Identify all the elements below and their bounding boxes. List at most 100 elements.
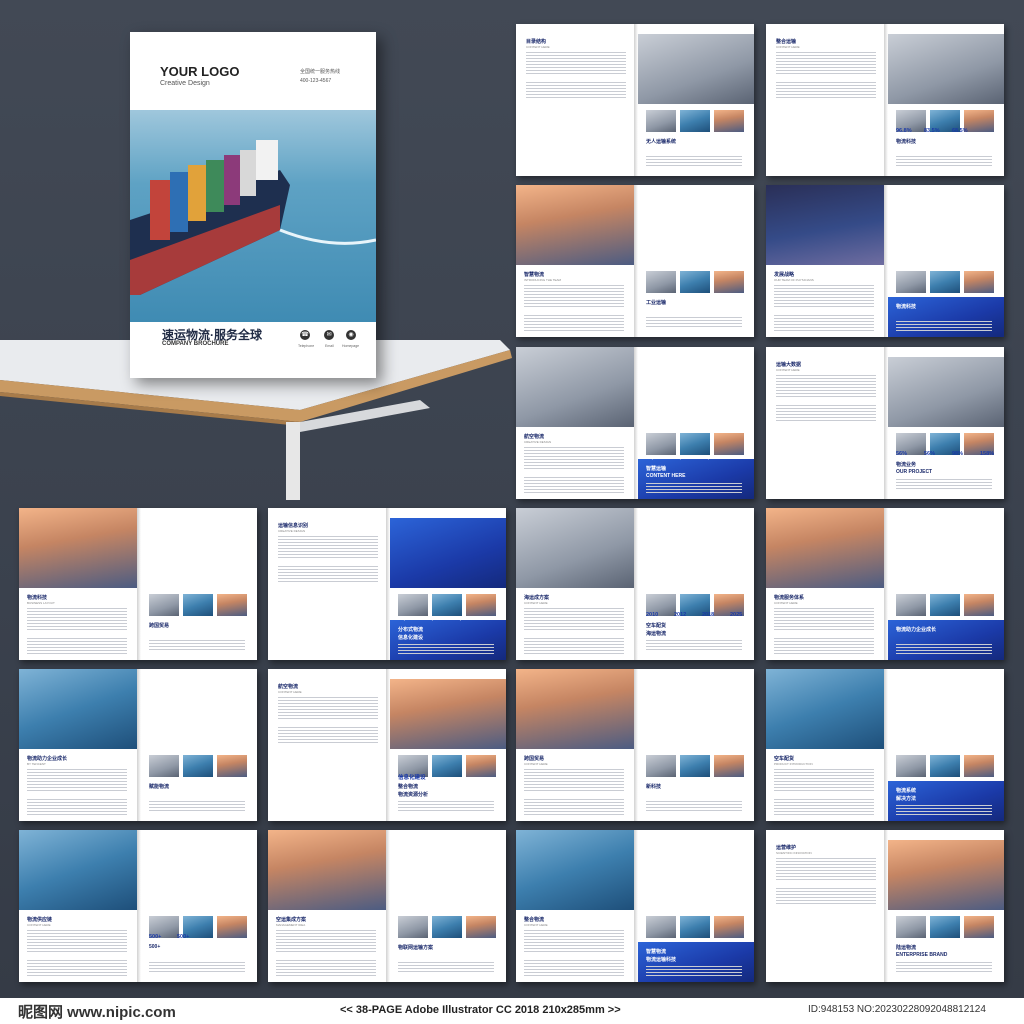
spread-subheading: CONTENT HERE xyxy=(524,601,548,605)
body-text xyxy=(278,566,378,582)
image-id: ID:948153 NO:20230228092048812124 xyxy=(808,1004,986,1015)
spread-fold xyxy=(884,24,888,176)
watermark-brand: 昵图网 www.nipic.com xyxy=(18,1004,176,1021)
spread-photo xyxy=(516,508,634,588)
spread-subheading: CONTENT HERE xyxy=(776,368,800,372)
body-text xyxy=(27,930,127,954)
brochure-spread: 空运集成方案 MANAGEMENT IDEA 物联网运输方案 xyxy=(268,830,506,982)
brochure-spread: 运营维护 SCIENTIFIC INNOVATION 陆运物流 ENTERPRISE … xyxy=(766,830,1004,982)
spread-section-subtitle: 解决方法 xyxy=(896,796,917,802)
thumbnail-photo xyxy=(714,755,744,777)
body-text xyxy=(27,769,127,793)
stat-value: 158% xyxy=(980,451,995,457)
thumbnail-photo xyxy=(964,755,994,777)
spread-fold xyxy=(884,830,888,982)
spread-heading: 海运成方案 xyxy=(524,595,550,601)
cover-photo-cargo-ship xyxy=(130,110,376,322)
contact-label: Email xyxy=(325,344,334,348)
spread-section-subtitle: 物流运输科技 xyxy=(646,957,677,963)
stat-value: 500+ xyxy=(149,934,162,940)
thumbnail-photo xyxy=(680,271,710,293)
body-text xyxy=(776,52,876,76)
spread-section-title: 无人运输系统 xyxy=(646,139,677,145)
body-text xyxy=(149,801,245,813)
spread-subheading: CONTENT HERE xyxy=(27,923,51,927)
body-text xyxy=(774,638,874,654)
spread-fold xyxy=(634,185,638,337)
body-text xyxy=(27,608,127,632)
body-text xyxy=(896,805,992,817)
spread-subheading: PRODUCT INTRODUCTION xyxy=(774,762,813,766)
body-text xyxy=(646,156,742,168)
spread-heading: 目录结构 xyxy=(526,39,547,45)
body-text xyxy=(278,697,378,721)
spread-subheading: BY TENCENT xyxy=(27,762,46,766)
stat-value: 2012 xyxy=(674,612,687,618)
spread-section-subtitle: OUR PROJECT xyxy=(896,469,933,475)
thumbnail-photo xyxy=(183,755,213,777)
body-text xyxy=(896,321,992,333)
thumbnail-photo xyxy=(964,271,994,293)
thumbnail-photo xyxy=(646,110,676,132)
hotline-label: 全国统一服务热线 xyxy=(300,69,341,75)
thumbnail-photo xyxy=(432,916,462,938)
cover-hotline: 全国统一服务热线 400-123-4567 xyxy=(300,68,340,86)
thumbnail-photo xyxy=(432,594,462,616)
brochure-spread: 整合物流 CONTENT HERE 智慧物流 物流运输科技 xyxy=(516,830,754,982)
spread-fold xyxy=(884,347,888,499)
spread-subheading: CONTENT HERE xyxy=(278,690,302,694)
brochure-spread: 整合运输 CONTENT HERE 物流科技 96.8% 83.5% 68.5% xyxy=(766,24,1004,176)
brochure-spread: 海运成方案 CONTENT HERE 空车配货 海运物流 2010 2012 2018 202… xyxy=(516,508,754,660)
body-text xyxy=(398,962,494,974)
spread-section-title: 工业运输 xyxy=(646,300,667,306)
brochure-spread: 跨国贸易 CONTENT HERE 新科技 xyxy=(516,669,754,821)
stat-value: 80+ xyxy=(924,616,933,622)
contact-label: Telephone xyxy=(298,344,315,348)
cover-logo-sub: Creative Design xyxy=(160,80,210,87)
body-text xyxy=(896,156,992,168)
spread-fold xyxy=(634,24,638,176)
spread-section-title: 物流系统 xyxy=(896,788,917,794)
spread-heading: 发展战略 xyxy=(774,272,795,278)
body-text xyxy=(524,447,624,471)
web-icon: ◉ xyxy=(346,330,356,340)
stat-value: 56% xyxy=(896,451,908,457)
thumbnail-photo xyxy=(930,271,960,293)
spread-heading: 航空物流 xyxy=(278,684,299,690)
stat-value: 2010 xyxy=(646,612,659,618)
spread-heading: 运输大数据 xyxy=(776,362,802,368)
spread-subheading: CONTENT HERE xyxy=(776,45,800,49)
body-text xyxy=(278,727,378,743)
stat-value: 30,000+ xyxy=(674,455,693,461)
body-text xyxy=(526,52,626,76)
body-text xyxy=(149,962,245,974)
spread-heading: 物流助力企业成长 xyxy=(27,756,68,762)
thumbnail-photo xyxy=(183,594,213,616)
spread-heading: 物流科技 xyxy=(27,595,48,601)
spread-photo xyxy=(390,679,506,749)
thumbnail-photo xyxy=(964,594,994,616)
spread-section-title: 物联网运输方案 xyxy=(398,945,434,951)
brochure-spread: 物流助力企业成长 BY TENCENT 赋能物流 xyxy=(19,669,257,821)
spread-fold xyxy=(386,830,390,982)
spec-line: << 38-PAGE Adobe Illustrator CC 2018 210… xyxy=(340,1004,621,1016)
cover-logo: YOUR LOGO xyxy=(160,64,240,79)
brochure-spread: 空车配货 PRODUCT INTRODUCTION 物流系统 解决方法 xyxy=(766,669,1004,821)
body-text xyxy=(646,640,742,652)
thumbnail-photo xyxy=(646,271,676,293)
spread-photo xyxy=(766,508,884,588)
email-icon: ✉ xyxy=(324,330,334,340)
stat-value: 83.5% xyxy=(924,128,940,134)
spread-section-title: 500+ xyxy=(149,944,161,950)
body-text xyxy=(524,799,624,815)
body-text xyxy=(776,375,876,399)
body-text xyxy=(774,285,874,309)
hotline-number: 400-123-4567 xyxy=(300,78,332,84)
spread-photo xyxy=(19,508,137,588)
spread-photo xyxy=(888,357,1004,427)
spread-heading: 空运集成方案 xyxy=(276,917,307,923)
spread-section-title: 赋能物流 xyxy=(149,784,170,790)
stat-value: 信息化建设 xyxy=(398,775,426,781)
body-text xyxy=(524,315,624,331)
stat-value: 20+ xyxy=(896,616,905,622)
